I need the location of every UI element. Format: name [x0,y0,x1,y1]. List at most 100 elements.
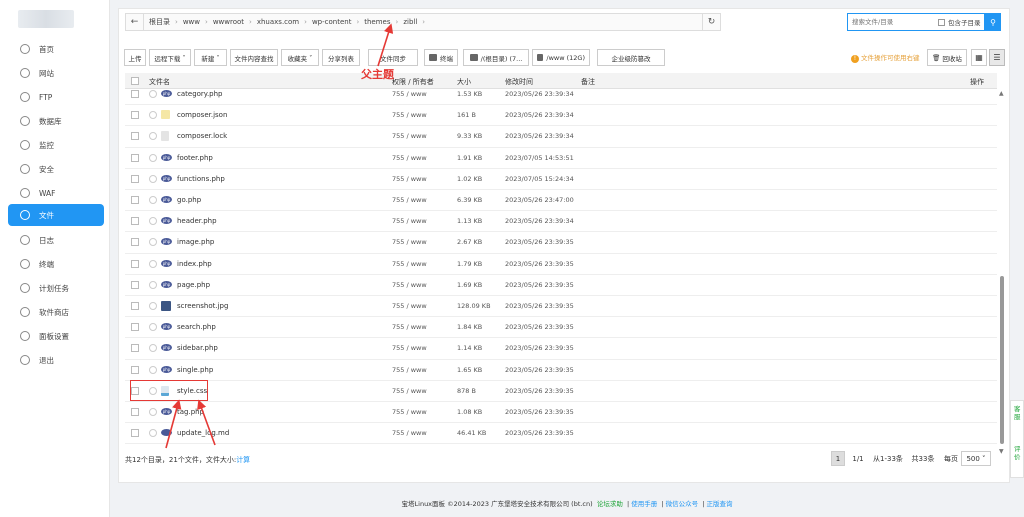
breadcrumb-item[interactable]: wwwroot [208,18,249,26]
breadcrumb-item[interactable]: wp-content [307,18,357,26]
file-name[interactable]: update_log.md [177,429,229,437]
calc-size-link[interactable]: 计算 [236,456,250,464]
file-perm[interactable]: 755 / www [392,429,427,437]
breadcrumb-item[interactable]: www [178,18,205,26]
feedback-button[interactable]: 评价 [1014,445,1022,461]
file-perm[interactable]: 755 / www [392,281,427,289]
table-row[interactable]: composer.json 755 / www 161 B 2023/05/26 23… [125,105,997,127]
tamper-protection-button[interactable]: 企业级防篡改 [597,49,665,66]
scroll-up-icon[interactable]: ▲ [999,90,1004,97]
table-row[interactable]: php sidebar.php 755 / www 1.14 KB 2023/05/26… [125,338,997,360]
scrollbar[interactable]: ▲ ▼ [999,90,1005,455]
file-sync-button[interactable]: 文件同步 [368,49,418,66]
disk-www-button[interactable]: /www (12G) [532,49,590,66]
table-row[interactable]: style.css 755 / www 878 B 2023/05/26 23:39:… [125,381,997,402]
checkbox-icon[interactable] [938,18,945,26]
file-name[interactable]: footer.php [177,154,213,162]
sidebar-item[interactable]: 监控 [8,134,104,156]
table-row[interactable]: php footer.php 755 / www 1.91 KB 2023/07/05 … [125,148,997,169]
include-subdir-checkbox[interactable]: 包含子目录 [938,17,981,27]
row-checkbox[interactable] [131,429,139,438]
file-name[interactable]: composer.lock [177,132,227,140]
search-button[interactable]: ⚲ [985,13,1001,31]
file-perm[interactable]: 755 / www [392,154,427,162]
file-name[interactable]: header.php [177,217,217,225]
file-name[interactable]: index.php [177,260,212,268]
file-perm[interactable]: 755 / www [392,90,427,98]
breadcrumb-item[interactable]: 根目录 [144,17,175,27]
scroll-thumb[interactable] [1000,276,1004,444]
row-checkbox[interactable] [131,196,139,204]
file-perm[interactable]: 755 / www [392,344,427,352]
row-checkbox[interactable] [131,111,139,120]
refresh-icon[interactable]: ↻ [702,14,720,30]
terminal-button[interactable]: 终端 [424,49,458,66]
table-row[interactable]: composer.lock 755 / www 9.33 KB 2023/05/26 … [125,126,997,148]
row-checkbox[interactable] [131,259,139,268]
file-name[interactable]: sidebar.php [177,344,218,352]
sidebar-item[interactable]: 计划任务 [8,277,104,299]
row-checkbox[interactable] [131,238,139,247]
service-button[interactable]: 客服 [1014,405,1022,421]
file-name[interactable]: single.php [177,366,213,374]
sidebar-item[interactable]: WAF [8,182,104,204]
path-bar[interactable]: ← 根目录 › www › wwwroot › xhuaxs.com › wp-content ›… [125,13,721,31]
row-checkbox[interactable] [131,132,139,141]
breadcrumb-item[interactable]: zibll [398,18,422,26]
row-checkbox[interactable] [131,323,139,332]
file-name[interactable]: tag.php [177,408,204,416]
file-perm[interactable]: 755 / www [392,217,427,225]
file-perm[interactable]: 755 / www [392,196,427,204]
row-checkbox[interactable] [131,217,139,226]
table-row[interactable]: php functions.php 755 / www 1.02 KB 2023/07/… [125,169,997,190]
row-checkbox[interactable] [131,344,139,353]
row-checkbox[interactable] [131,90,139,98]
sidebar-item[interactable]: 日志 [8,229,104,251]
sidebar-item[interactable]: 软件商店 [8,301,104,323]
row-checkbox[interactable] [131,408,139,416]
new-button[interactable]: 新建 ˅ [194,49,227,66]
table-row[interactable]: php index.php 755 / www 1.79 KB 2023/05/26 2… [125,254,997,275]
recycle-bin-button[interactable]: 🗑 回收站 [927,49,967,66]
file-name[interactable]: go.php [177,196,201,204]
row-checkbox[interactable] [131,365,139,374]
file-perm[interactable]: 755 / www [392,302,427,310]
table-row[interactable]: php header.php 755 / www 1.13 KB 2023/05/26 … [125,211,997,233]
file-perm[interactable]: 755 / www [392,132,427,140]
table-row[interactable]: update_log.md 755 / www 46.41 KB 2023/05/26… [125,423,997,445]
sidebar-item[interactable]: 安全 [8,158,104,180]
sidebar-item[interactable]: 文件 [8,204,104,226]
table-row[interactable]: screenshot.jpg 755 / www 128.09 KB 2023/05/… [125,296,997,318]
sidebar-item[interactable]: 退出 [8,349,104,371]
table-row[interactable]: php search.php 755 / www 1.84 KB 2023/05/26 … [125,317,997,339]
file-perm[interactable]: 755 / www [392,366,427,374]
sidebar-item[interactable]: 数据库 [8,110,104,132]
file-name[interactable]: page.php [177,281,210,289]
file-perm[interactable]: 755 / www [392,260,427,268]
file-name[interactable]: screenshot.jpg [177,302,228,310]
manual-link[interactable]: 使用手册 [631,500,657,508]
sidebar-item[interactable]: 首页 [8,38,104,60]
select-all-checkbox[interactable] [131,77,139,85]
row-checkbox[interactable] [131,302,139,310]
file-perm[interactable]: 755 / www [392,175,427,183]
search-input[interactable] [852,18,938,26]
per-page-select[interactable]: 500 ˅ [961,451,991,466]
back-arrow-icon[interactable]: ← [126,14,144,30]
table-row[interactable]: php category.php 755 / www 1.53 KB 2023/05/2… [125,90,997,106]
file-name[interactable]: functions.php [177,175,225,183]
grid-view-icon[interactable]: ▦ [971,49,987,66]
file-name[interactable]: image.php [177,238,214,246]
col-time-header[interactable]: 修改时间 [505,77,533,87]
breadcrumb-item[interactable]: themes [359,18,395,26]
file-perm[interactable]: 755 / www [392,238,427,246]
table-row[interactable]: php image.php 755 / www 2.67 KB 2023/05/26 2… [125,232,997,254]
page-current[interactable]: 1 [831,451,845,466]
row-checkbox[interactable] [131,153,139,162]
content-search-button[interactable]: 文件内容查找 [230,49,278,66]
verify-link[interactable]: 正版查询 [706,500,732,508]
forum-link[interactable]: 论坛求助 [597,500,623,508]
list-view-icon[interactable]: ☰ [989,49,1005,66]
disk-root-button[interactable]: /(根目录) (7... [463,49,529,66]
wechat-link[interactable]: 微信公众号 [666,500,699,508]
